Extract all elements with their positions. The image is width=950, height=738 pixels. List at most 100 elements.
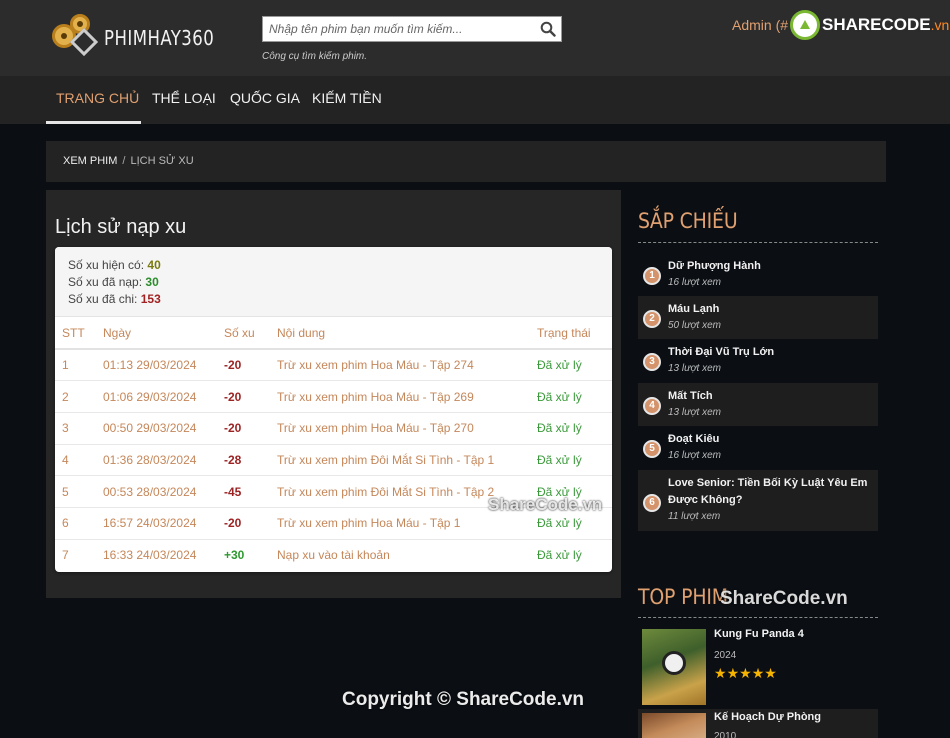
upcoming-views: 16 lượt xem — [668, 450, 721, 461]
sharecode-watermark-logo: SHARECODE.vn — [790, 10, 949, 40]
row-stt: 6 — [55, 507, 96, 540]
row-amount: -20 — [217, 349, 270, 382]
upcoming-title-text[interactable]: Máu Lạnh — [668, 301, 878, 318]
upcoming-item[interactable]: 5 Đoạt Kiêu 16 lượt xem — [638, 426, 878, 470]
upcoming-item[interactable]: 6 Love Senior: Tiền Bối Kỳ Luật Yêu Em Đư… — [638, 470, 878, 531]
logo-text: PHIMHAY360 — [104, 26, 215, 50]
sharecode-logo-icon — [790, 10, 820, 40]
search-button[interactable] — [535, 17, 561, 41]
row-status: Đã xử lý — [530, 412, 612, 445]
row-content: Trừ xu xem phim Hoa Máu - Tập 270 — [270, 412, 530, 445]
copyright-watermark: Copyright © ShareCode.vn — [342, 689, 585, 710]
admin-account-link[interactable]: Admin (# — [732, 17, 788, 33]
nav-item-home[interactable]: TRANG CHỦ — [46, 76, 141, 124]
spent-coins: Số xu đã chi: 153 — [68, 292, 161, 306]
upcoming-views: 16 lượt xem — [668, 277, 721, 288]
col-date: Ngày — [96, 317, 217, 350]
main-panel: Lịch sử nạp xu Số xu hiện có: 40 Số xu đ… — [46, 190, 621, 598]
row-amount: -45 — [217, 475, 270, 508]
rank-badge: 4 — [643, 396, 661, 415]
top-movie-year: 2010 — [714, 731, 737, 738]
upcoming-item[interactable]: 3 Thời Đại Vũ Trụ Lớn 13 lượt xem — [638, 339, 878, 383]
row-date: 01:13 29/03/2024 — [96, 349, 217, 382]
upcoming-item[interactable]: 4 Mất Tích 13 lượt xem — [638, 383, 878, 426]
watermark-text: ShareCode.vn — [720, 588, 848, 609]
table-row: 7 16:33 24/03/2024 +30 Nạp xu vào tài khoản… — [55, 539, 612, 571]
main-nav: TRANG CHỦ THỂ LOẠI QUỐC GIA KIẾM TIỀN — [0, 76, 950, 124]
row-amount: +30 — [224, 548, 245, 563]
breadcrumb-separator: / — [122, 155, 126, 167]
upcoming-title: SẮP CHIẾU — [638, 209, 738, 233]
row-status: Đã xử lý — [530, 444, 612, 477]
current-coins: Số xu hiện có: 40 — [68, 258, 161, 272]
breadcrumb-home-link[interactable]: XEM PHIM — [63, 155, 117, 167]
upcoming-title-text[interactable]: Mất Tích — [668, 388, 878, 405]
star-icon: ★ — [739, 665, 752, 681]
search-input[interactable] — [263, 17, 535, 41]
star-icon: ★ — [764, 665, 777, 681]
upcoming-title-text[interactable]: Dữ Phượng Hành — [668, 258, 878, 275]
rating-stars: ★★★★★ — [714, 665, 777, 682]
table-header-row: STT Ngày Số xu Nội dung Trạng thái — [55, 317, 612, 350]
col-content: Nội dung — [270, 317, 530, 350]
col-status: Trạng thái — [530, 317, 612, 350]
nav-item-earn-money[interactable]: KIẾM TIỀN — [312, 76, 382, 124]
upcoming-views: 50 lượt xem — [668, 320, 721, 331]
row-stt: 5 — [55, 475, 96, 508]
search-box — [262, 16, 562, 42]
upcoming-item[interactable]: 2 Máu Lạnh 50 lượt xem — [638, 296, 878, 339]
search-hint: Công cụ tìm kiếm phim. — [262, 51, 368, 62]
row-amount: -20 — [217, 380, 270, 413]
row-status: Đã xử lý — [530, 380, 612, 413]
star-icon: ★ — [714, 665, 727, 681]
movie-poster[interactable] — [642, 629, 706, 705]
page-title: Lịch sử nạp xu — [55, 216, 187, 238]
nav-item-genres[interactable]: THỂ LOẠI — [152, 76, 216, 124]
row-date: 16:57 24/03/2024 — [96, 507, 217, 540]
coin-stats: Số xu hiện có: 40 Số xu đã nạp: 30 Số xu… — [55, 247, 612, 317]
row-stt: 4 — [55, 444, 96, 477]
recharged-coins: Số xu đã nạp: 30 — [68, 275, 159, 289]
breadcrumb-current: LỊCH SỬ XU — [130, 155, 194, 167]
upcoming-views: 13 lượt xem — [668, 363, 721, 374]
movie-poster[interactable] — [642, 713, 706, 738]
row-content: Nạp xu vào tài khoản — [277, 548, 390, 563]
rank-badge: 5 — [643, 440, 661, 458]
top-movie-title[interactable]: Kế Hoạch Dự Phòng — [714, 711, 821, 723]
row-amount: -28 — [217, 444, 270, 477]
rank-badge: 2 — [643, 309, 661, 328]
row-stt: 2 — [55, 380, 96, 413]
row-stt: 3 — [55, 412, 96, 445]
col-stt: STT — [55, 317, 96, 350]
top-movie-item[interactable]: Kế Hoạch Dự Phòng 2010 — [638, 709, 878, 738]
upcoming-divider — [638, 242, 878, 243]
coin-history-table: STT Ngày Số xu Nội dung Trạng thái 1 01:1… — [55, 317, 612, 571]
nav-item-countries[interactable]: QUỐC GIA — [230, 76, 300, 124]
row-content: Trừ xu xem phim Hoa Máu - Tập 274 — [270, 349, 530, 382]
upcoming-title-text[interactable]: Love Senior: Tiền Bối Kỳ Luật Yêu Em Đượ… — [668, 475, 878, 509]
top-movies-divider — [638, 617, 878, 618]
sharecode-logo-text: SHARECODE.vn — [822, 15, 950, 34]
upcoming-views: 13 lượt xem — [668, 407, 721, 418]
table-row: 4 01:36 28/03/2024 -28 Trừ xu xem phim Đôi … — [55, 444, 612, 477]
header: PHIMHAY360 Công cụ tìm kiếm phim. Admin … — [0, 0, 950, 76]
rank-badge: 1 — [643, 266, 661, 285]
site-logo[interactable]: PHIMHAY360 — [50, 12, 224, 57]
top-movies-title: TOP PHIM — [638, 585, 728, 609]
row-date: 16:33 24/03/2024 — [103, 548, 197, 563]
row-stt: 7 — [62, 548, 69, 563]
top-movie-title[interactable]: Kung Fu Panda 4 — [714, 628, 804, 640]
row-date: 01:06 29/03/2024 — [96, 380, 217, 413]
upcoming-item[interactable]: 1 Dữ Phượng Hành 16 lượt xem — [638, 253, 878, 296]
table-row: 2 01:06 29/03/2024 -20 Trừ xu xem phim Hoa … — [55, 380, 612, 413]
row-status: Đã xử lý — [530, 349, 612, 382]
table-row: 3 00:50 29/03/2024 -20 Trừ xu xem phim Hoa … — [55, 412, 612, 445]
top-movie-item[interactable]: Kung Fu Panda 4 2024 ★★★★★ — [638, 625, 878, 709]
upcoming-title-text[interactable]: Đoạt Kiêu — [668, 431, 878, 448]
row-date: 00:50 29/03/2024 — [96, 412, 217, 445]
row-stt: 1 — [55, 349, 96, 382]
star-icon: ★ — [726, 665, 740, 681]
row-content: Trừ xu xem phim Đôi Mắt Si Tình - Tập 1 — [270, 444, 530, 477]
rank-badge: 3 — [643, 353, 661, 371]
upcoming-title-text[interactable]: Thời Đại Vũ Trụ Lớn — [668, 344, 878, 361]
